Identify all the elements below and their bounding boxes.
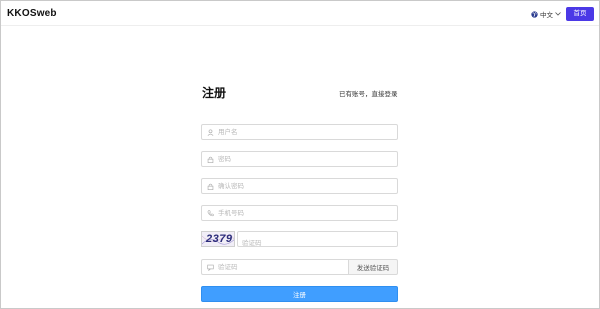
message-icon (202, 264, 216, 271)
captcha-image[interactable]: 2379 (201, 231, 235, 247)
captcha-text: 2379 (206, 233, 233, 245)
phone-field[interactable] (201, 205, 398, 221)
chevron-down-icon (555, 12, 561, 16)
top-header: KKOSweb 中文 首页 (1, 1, 599, 26)
lock-icon (202, 183, 216, 190)
confirm-password-input[interactable] (216, 180, 386, 192)
username-input[interactable] (216, 126, 386, 138)
user-icon (202, 128, 216, 136)
sms-code-field[interactable] (201, 259, 348, 275)
captcha-row: 2379 (201, 231, 398, 250)
language-label: 中文 (540, 12, 553, 19)
phone-input[interactable] (216, 207, 386, 219)
confirm-password-field[interactable] (201, 178, 398, 194)
sms-code-input[interactable] (216, 261, 341, 273)
send-code-button[interactable]: 发送验证码 (348, 259, 398, 275)
home-button[interactable]: 首页 (566, 7, 594, 21)
sms-row: 发送验证码 (201, 259, 398, 275)
captcha-field[interactable] (237, 231, 398, 250)
password-field[interactable] (201, 151, 398, 167)
username-field[interactable] (201, 124, 398, 140)
password-input[interactable] (216, 153, 386, 165)
captcha-input[interactable] (242, 237, 392, 250)
phone-icon (202, 209, 216, 217)
globe-icon (531, 10, 538, 18)
language-switcher[interactable]: 中文 (531, 9, 561, 19)
lock-icon (202, 156, 216, 163)
register-button[interactable]: 注册 (201, 286, 398, 302)
brand-logo[interactable]: KKOSweb (7, 8, 57, 19)
page-title: 注册 (202, 86, 227, 100)
login-link[interactable]: 已有账号，直接登录 (339, 88, 398, 98)
